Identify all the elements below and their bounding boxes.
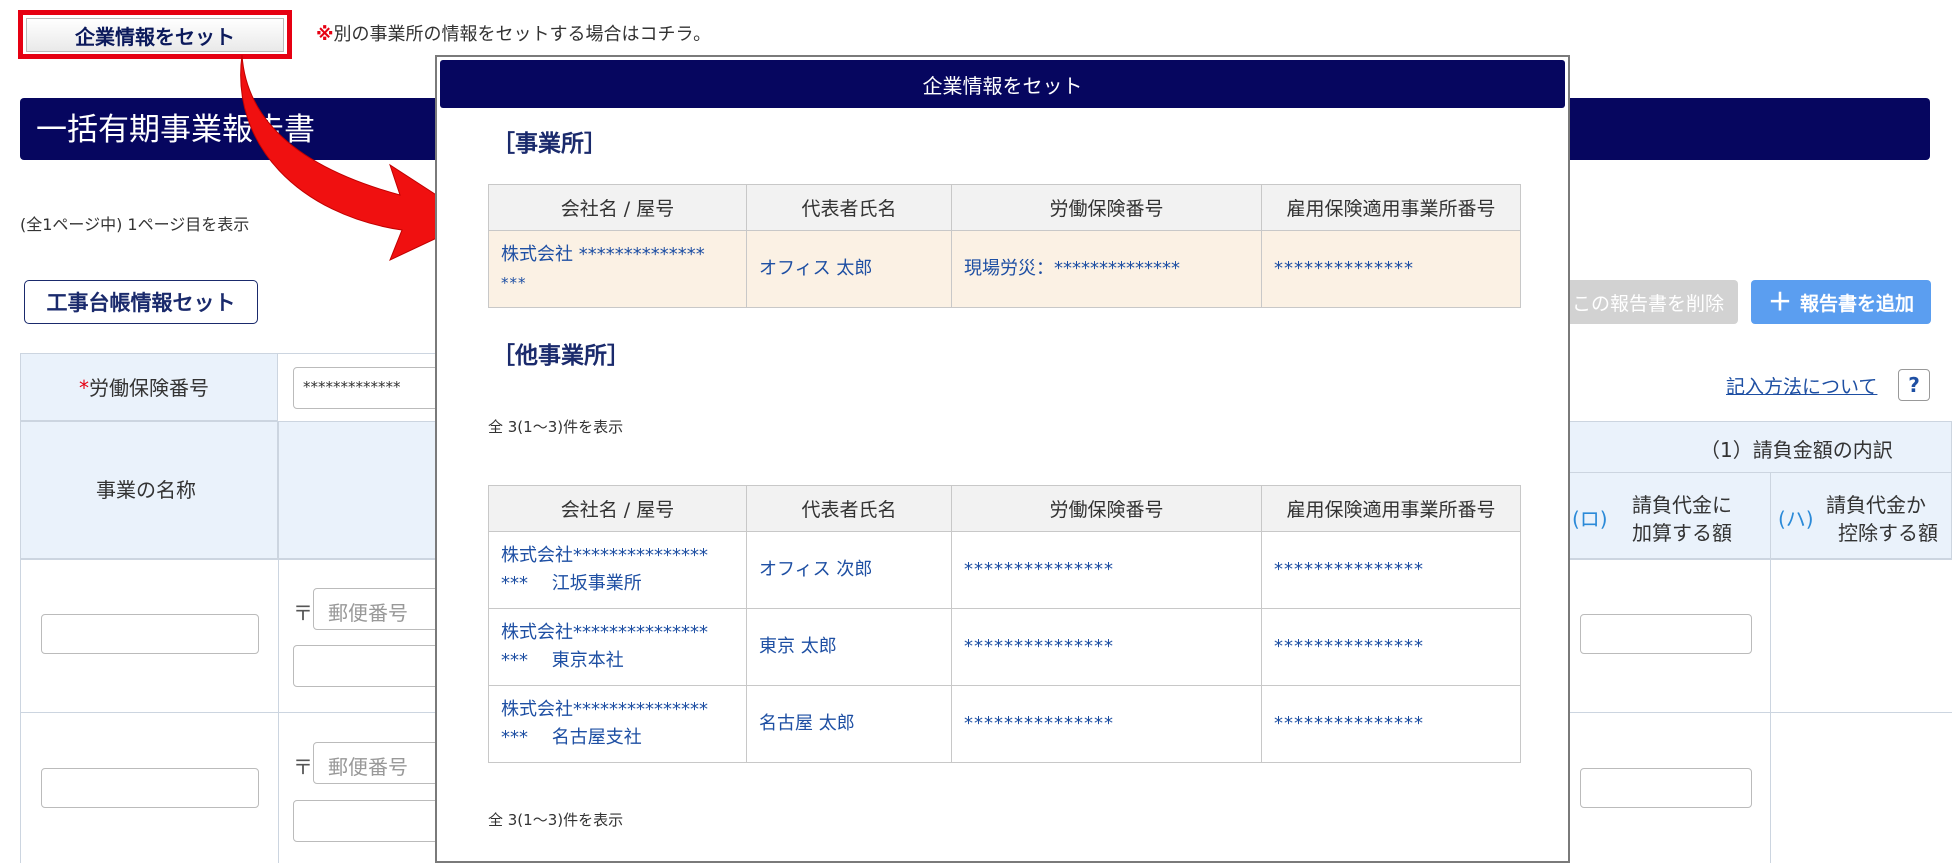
table-row[interactable]: 株式会社*************** *** 江坂事業所 オフィス 次郎 ***… (488, 531, 1521, 609)
other-labor[interactable]: *************** (951, 608, 1262, 686)
business-name-input-2[interactable] (41, 768, 259, 808)
result-count-bottom: 全 3(1〜3)件を表示 (488, 811, 624, 829)
office-rep[interactable]: オフィス 太郎 (746, 230, 952, 308)
address-header-cell (278, 421, 438, 559)
breakdown-col-divider (1770, 472, 1771, 863)
office-company-line2: *** (501, 274, 527, 292)
add-report-button[interactable]: ＋ 報告書を追加 (1751, 280, 1931, 324)
help-icon[interactable]: ? (1898, 369, 1930, 401)
table-row[interactable]: 株式会社*************** *** 名古屋支社 名古屋 太郎 ****… (488, 685, 1521, 763)
office-row[interactable]: 株式会社 ************** *** オフィス 太郎 現場労災：****… (488, 230, 1521, 308)
other-section-title: ［他事業所］ (492, 343, 630, 369)
col-representative: 代表者氏名 (746, 485, 952, 532)
other-office-note: ※別の事業所の情報をセットする場合はコチラ。 (316, 20, 711, 46)
other-table-header: 会社名 / 屋号 代表者氏名 労働保険番号 雇用保険適用事業所番号 (488, 485, 1521, 532)
col-ha-line1: 請負代金か (1826, 493, 1926, 517)
company-info-set-button[interactable]: 企業情報をセット (26, 18, 284, 52)
col-company: 会社名 / 屋号 (488, 184, 747, 231)
office-table: 会社名 / 屋号 代表者氏名 労働保険番号 雇用保険適用事業所番号 株式会社 *… (488, 184, 1521, 308)
col-border-1 (278, 559, 279, 863)
col-ro-mark: (ロ) (1572, 507, 1608, 531)
labor-row-top-line (278, 353, 438, 354)
col-labor-number: 労働保険番号 (951, 184, 1262, 231)
labor-number-label-text: 労働保険番号 (89, 376, 209, 400)
company-line2: *** 江坂事業所 (501, 573, 642, 594)
col-employment-number: 雇用保険適用事業所番号 (1261, 485, 1521, 532)
plus-icon: ＋ (1767, 288, 1792, 316)
company-line2: *** 東京本社 (501, 650, 624, 671)
help-link[interactable]: 記入方法について (1726, 372, 1877, 399)
company-line1: 株式会社*************** (501, 699, 708, 720)
col-company: 会社名 / 屋号 (488, 485, 747, 532)
note-mark: ※ (316, 24, 334, 45)
col-ha-line2: 控除する額 (1838, 521, 1938, 545)
labor-number-label: *労働保険番号 (79, 372, 209, 401)
breakdown-label: （1）請負金額の内訳 (1700, 438, 1893, 462)
other-company[interactable]: 株式会社*************** *** 東京本社 (488, 608, 747, 686)
office-company-line1: 株式会社 ************** (501, 244, 705, 265)
other-company[interactable]: 株式会社*************** *** 名古屋支社 (488, 685, 747, 763)
postal-placeholder-2: 郵便番号 (328, 755, 408, 779)
page-info: (全1ページ中) 1ページ目を表示 (20, 215, 250, 234)
business-name-label: 事業の名称 (96, 478, 196, 502)
company-line1: 株式会社*************** (501, 545, 708, 566)
office-section-title: ［事業所］ (492, 131, 607, 157)
col-representative: 代表者氏名 (746, 184, 952, 231)
other-rep[interactable]: オフィス 次郎 (746, 531, 952, 609)
note-text: 別の事業所の情報をセットする場合はコチラ。 (333, 24, 712, 45)
col-ha-mark: (ハ) (1778, 507, 1814, 531)
amount-add-input-1[interactable] (1580, 614, 1752, 654)
col-employment-number: 雇用保険適用事業所番号 (1261, 184, 1521, 231)
other-rep[interactable]: 名古屋 太郎 (746, 685, 952, 763)
col-ro-line1: 請負代金に (1632, 493, 1732, 517)
breakdown-divider (1568, 472, 1952, 473)
address-input-2[interactable] (293, 800, 443, 842)
postal-mark-2: 〒 (293, 755, 313, 779)
office-employment[interactable]: ************** (1261, 230, 1521, 308)
ledger-info-set-button[interactable]: 工事台帳情報セット (24, 280, 258, 324)
col-labor-number: 労働保険番号 (951, 485, 1262, 532)
postal-mark-1: 〒 (293, 601, 313, 625)
other-labor[interactable]: *************** (951, 531, 1262, 609)
other-company[interactable]: 株式会社*************** *** 江坂事業所 (488, 531, 747, 609)
office-table-header: 会社名 / 屋号 代表者氏名 労働保険番号 雇用保険適用事業所番号 (488, 184, 1521, 231)
left-border (20, 559, 21, 863)
col-ro-line2: 加算する額 (1632, 521, 1732, 545)
other-employment[interactable]: *************** (1261, 685, 1521, 763)
modal-header: 企業情報をセット (440, 60, 1565, 108)
required-mark: * (79, 376, 89, 400)
business-name-input-1[interactable] (41, 614, 259, 654)
result-count-top: 全 3(1〜3)件を表示 (488, 418, 624, 436)
other-employment[interactable]: *************** (1261, 531, 1521, 609)
company-line2: *** 名古屋支社 (501, 727, 642, 748)
other-employment[interactable]: *************** (1261, 608, 1521, 686)
table-row[interactable]: 株式会社*************** *** 東京本社 東京 太郎 ******… (488, 608, 1521, 686)
address-input-1[interactable] (293, 645, 443, 687)
other-rep[interactable]: 東京 太郎 (746, 608, 952, 686)
company-line1: 株式会社*************** (501, 622, 708, 643)
other-labor[interactable]: *************** (951, 685, 1262, 763)
add-report-label: 報告書を追加 (1799, 292, 1914, 315)
postal-placeholder-1: 郵便番号 (328, 601, 408, 625)
office-labor[interactable]: 現場労災：************** (951, 230, 1262, 308)
other-office-table: 会社名 / 屋号 代表者氏名 労働保険番号 雇用保険適用事業所番号 株式会社**… (488, 485, 1521, 763)
labor-number-value: ************* (303, 378, 401, 396)
amount-add-input-2[interactable] (1580, 768, 1752, 808)
office-company[interactable]: 株式会社 ************** *** (488, 230, 747, 308)
delete-report-label: この報告書を削除 (1571, 292, 1724, 315)
